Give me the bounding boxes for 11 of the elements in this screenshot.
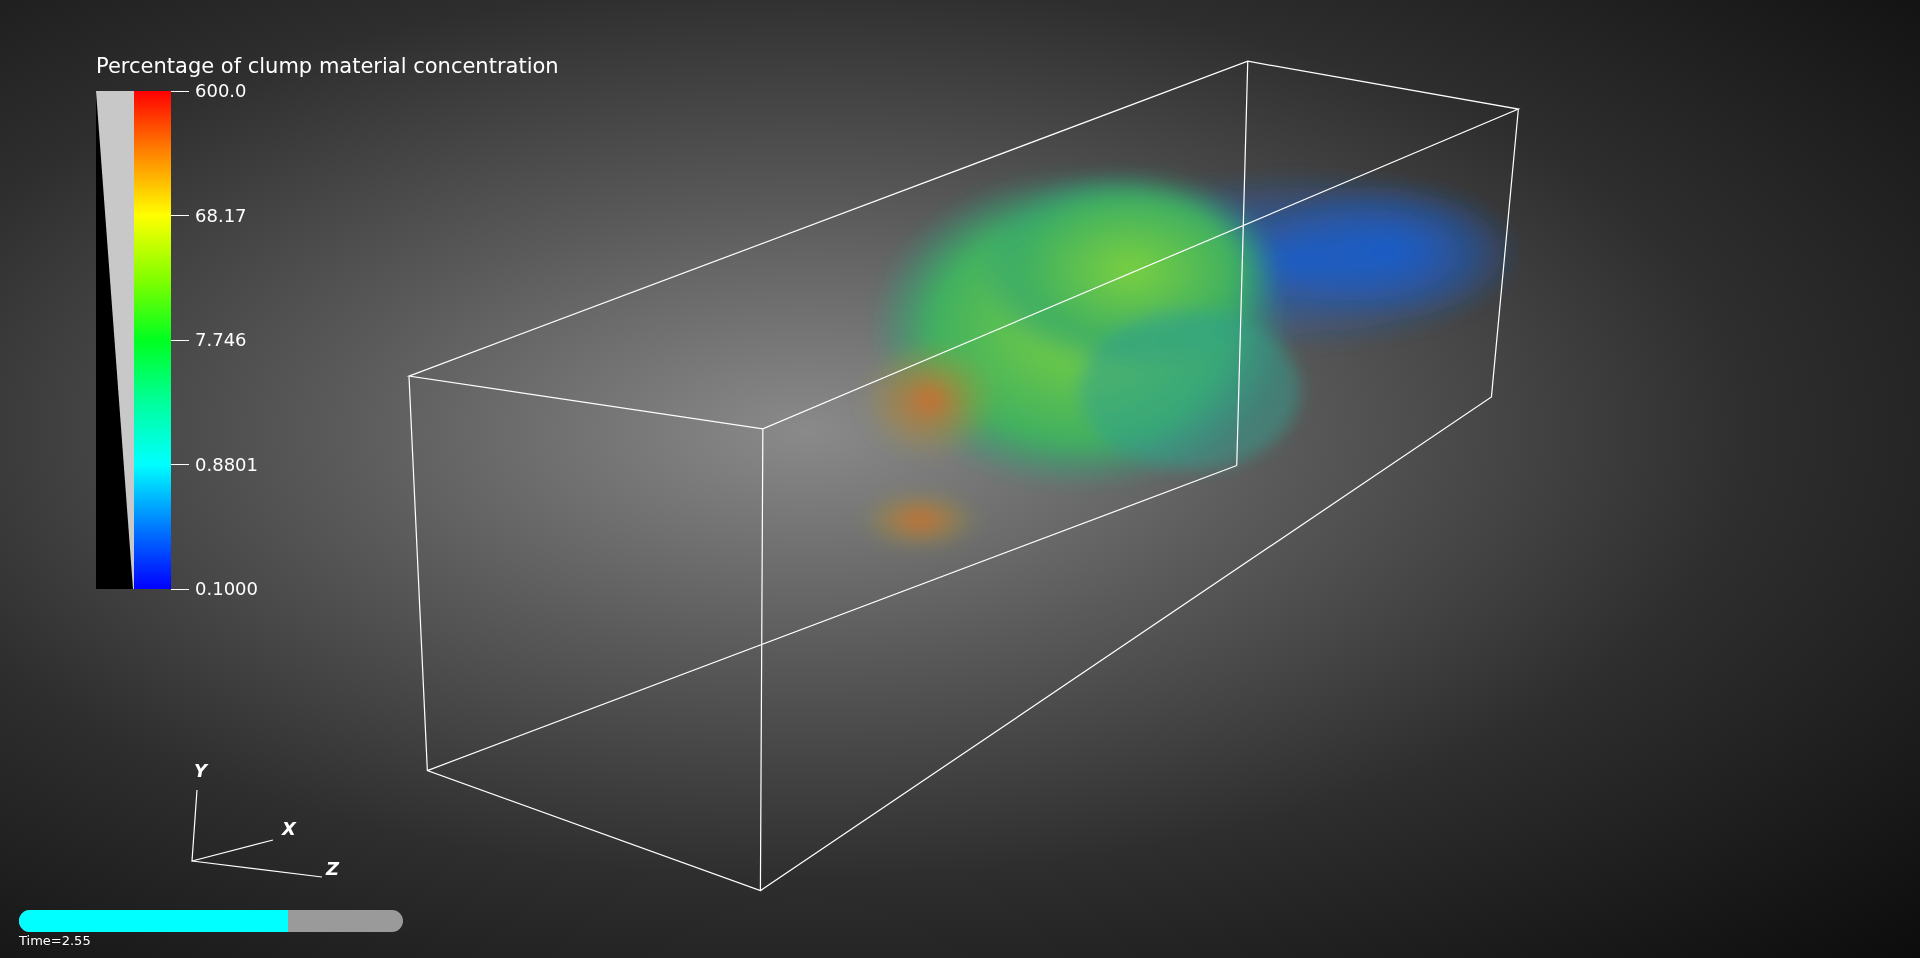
- scalar-bar-title: Percentage of clump material concentration: [96, 56, 559, 77]
- axis-label: Z: [326, 860, 340, 878]
- time-label: Time=2.55: [19, 934, 92, 947]
- scalar-bar-label: 7.746: [195, 331, 247, 349]
- orientation-axes-icon: [190, 788, 324, 880]
- axis-label: X: [282, 820, 296, 838]
- scalar-bar-label: 600.0: [195, 82, 247, 100]
- scalar-bar-label: 0.8801: [195, 455, 258, 474]
- scalar-bar-label: 0.1000: [195, 580, 258, 598]
- axis-label: Y: [194, 762, 208, 780]
- scalar-bar-label: 68.17: [195, 206, 247, 225]
